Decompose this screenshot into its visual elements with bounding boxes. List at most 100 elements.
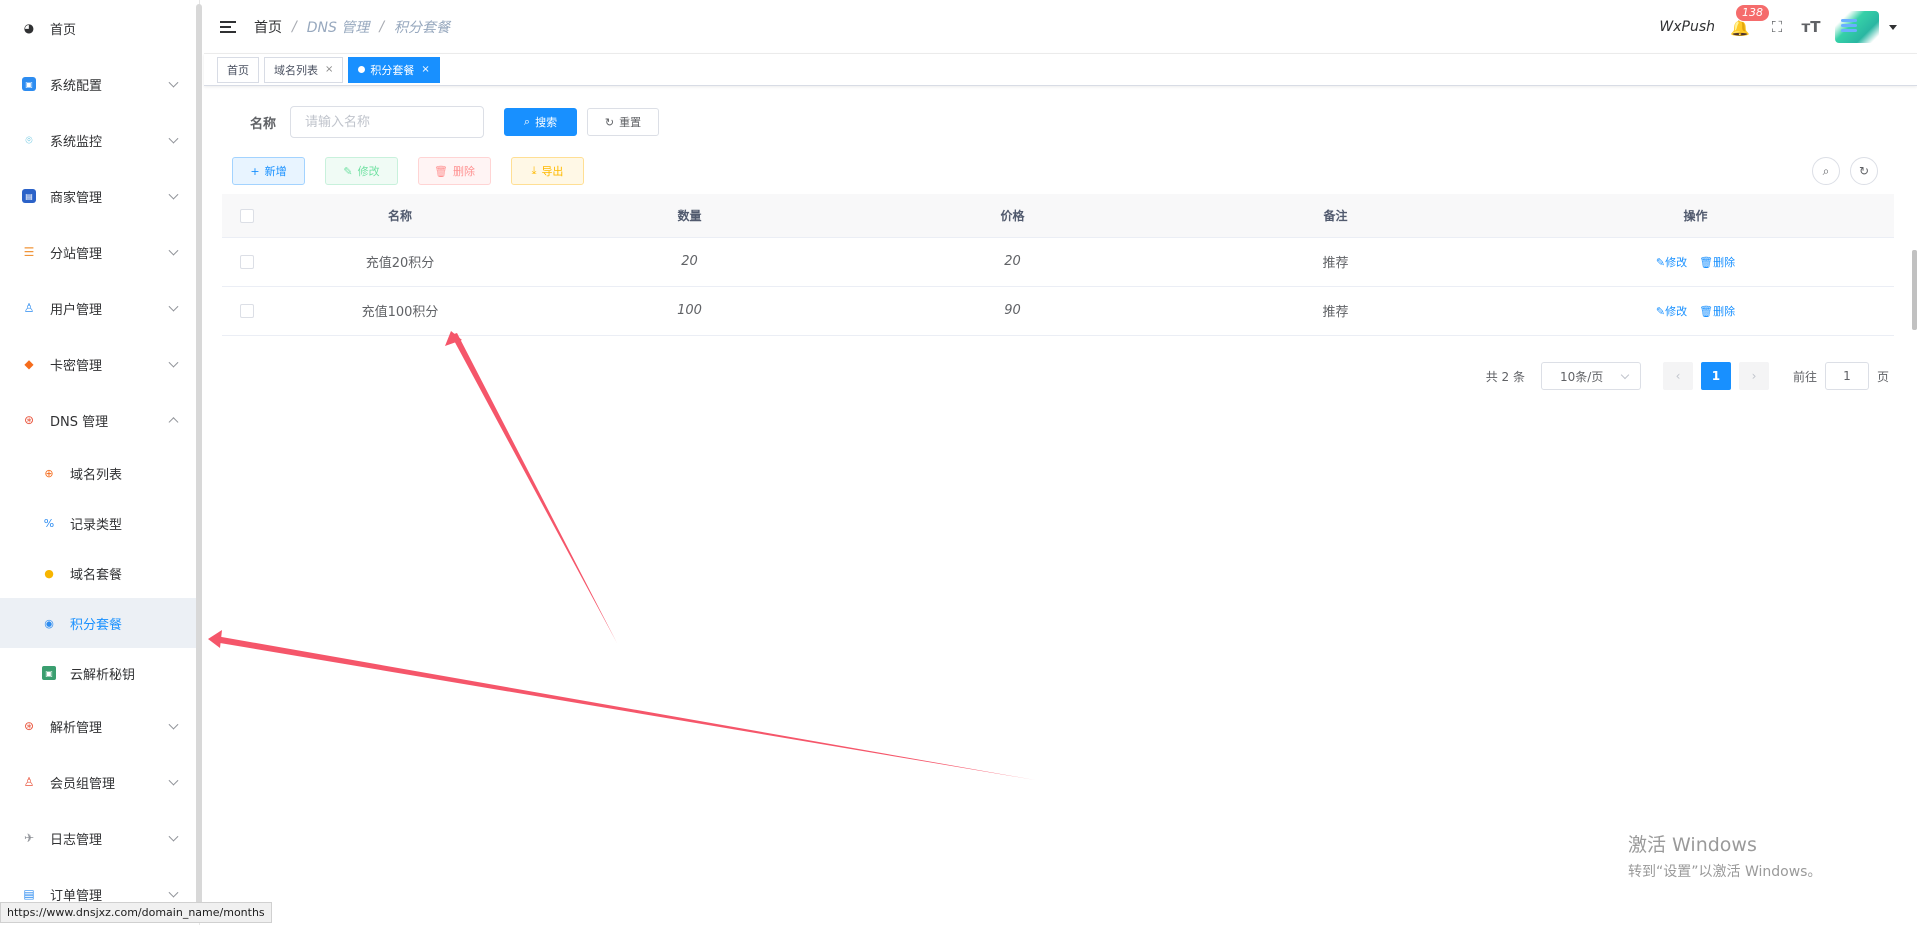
browser-status-url: https://www.dnsjxz.com/domain_name/month… — [0, 902, 272, 923]
download-icon: ⤓ — [531, 164, 537, 177]
bell-icon[interactable]: 🔔 138 — [1730, 4, 1770, 37]
row-edit-label: 修改 — [1665, 255, 1688, 269]
hamburger-icon[interactable] — [220, 20, 236, 33]
tag-label: 首页 — [227, 63, 249, 77]
breadcrumb-dns: DNS 管理 — [306, 19, 370, 36]
sidebar-subitem-record-types[interactable]: % 记录类型 — [0, 498, 199, 548]
sidebar-item-cards[interactable]: ◆ 卡密管理 — [0, 336, 199, 392]
sidebar-scrollbar[interactable] — [196, 4, 202, 914]
chevron-down-icon — [168, 245, 179, 256]
delete-button[interactable]: 🗑 删除 — [418, 157, 491, 185]
cell-quantity: 100 — [528, 286, 851, 336]
page-number-button[interactable]: 1 — [1700, 362, 1731, 390]
select-all-cell — [222, 194, 272, 238]
toggle-search-icon[interactable]: ⌕ — [1812, 157, 1840, 185]
sidebar-item-dns[interactable]: ⊛ DNS 管理 — [0, 392, 199, 448]
send-icon: ✈ — [23, 831, 35, 845]
name-search-input[interactable] — [290, 106, 485, 138]
row-edit-link[interactable]: ✎修改 — [1656, 305, 1687, 318]
sidebar-item-system-config[interactable]: ▣ 系统配置 — [0, 56, 199, 112]
add-button[interactable]: + 新增 — [232, 157, 305, 185]
prev-page-button[interactable]: ‹ — [1662, 362, 1693, 390]
page-unit-label: 页 — [1876, 369, 1889, 384]
sidebar-item-users[interactable]: ♙ 用户管理 — [0, 280, 199, 336]
add-button-label: 新增 — [264, 165, 287, 178]
sidebar-item-member-group[interactable]: ♙ 会员组管理 — [0, 754, 199, 810]
caret-down-icon[interactable] — [1889, 24, 1897, 30]
sidebar-subitem-points-package[interactable]: ◉ 积分套餐 — [0, 598, 199, 648]
avatar[interactable] — [1835, 11, 1879, 43]
next-page-button[interactable]: › — [1738, 362, 1769, 390]
reset-button[interactable]: ↻ 重置 — [587, 108, 660, 136]
page-size-select[interactable]: 10条/页 — [1540, 362, 1641, 390]
refresh-icon[interactable]: ↻ — [1850, 157, 1878, 185]
sidebar-item-analysis[interactable]: ⊛ 解析管理 — [0, 698, 199, 754]
page-scrollbar[interactable] — [1912, 250, 1917, 330]
column-header-quantity: 数量 — [528, 194, 851, 238]
sidebar-item-label: 用户管理 — [50, 302, 103, 318]
trash-icon: 🗑 — [434, 164, 448, 178]
tag-home[interactable]: 首页 — [217, 56, 259, 83]
sidebar-item-substation[interactable]: ☰ 分站管理 — [0, 224, 199, 280]
row-delete-label: 删除 — [1713, 304, 1736, 318]
fullscreen-icon[interactable]: ⛶ — [1767, 17, 1787, 37]
goto-page-input[interactable] — [1824, 362, 1869, 390]
windows-activation-watermark: 激活 Windows 转到“设置”以激活 Windows。 — [1628, 830, 1821, 881]
sidebar-subitem-domain-list[interactable]: ⊕ 域名列表 — [0, 448, 199, 498]
edit-button[interactable]: ✎ 修改 — [325, 157, 398, 185]
row-select-cell — [222, 237, 272, 287]
row-delete-link[interactable]: 🗑删除 — [1699, 305, 1735, 318]
tag-points-package[interactable]: 积分套餐 × — [348, 56, 440, 83]
row-checkbox[interactable] — [240, 303, 254, 318]
sidebar-item-merchant[interactable]: ▤ 商家管理 — [0, 168, 199, 224]
radar-icon: ⌾ — [25, 132, 33, 147]
close-icon[interactable]: × — [325, 64, 333, 75]
arrow-to-sidebar-item — [214, 636, 1035, 780]
delete-button-label: 删除 — [452, 165, 475, 178]
export-button[interactable]: ⤓ 导出 — [511, 157, 584, 185]
sidebar-item-label: 日志管理 — [50, 832, 103, 848]
sidebar-subitem-label: 域名列表 — [70, 467, 123, 483]
row-delete-link[interactable]: 🗑删除 — [1699, 256, 1735, 269]
column-header-actions: 操作 — [1497, 194, 1894, 238]
row-checkbox[interactable] — [240, 254, 254, 269]
chevron-down-icon — [168, 719, 179, 730]
cell-note: 推荐 — [1174, 286, 1497, 336]
sidebar-item-label: 系统配置 — [50, 78, 103, 94]
breadcrumb: 首页 / DNS 管理 / 积分套餐 — [254, 17, 450, 37]
dns-icon: ⊛ — [23, 413, 35, 427]
target-icon: ◉ — [44, 616, 54, 630]
sidebar-item-label: DNS 管理 — [50, 414, 109, 430]
store-icon: ▤ — [22, 189, 36, 203]
font-size-icon[interactable]: ᴛT — [1801, 17, 1821, 37]
search-icon: ⌕ — [523, 115, 531, 128]
breadcrumb-separator: / — [292, 18, 297, 35]
navbar-right: WxPush 🔔 138 ⛶ ᴛT — [1659, 0, 1917, 54]
search-form: 名称 ⌕ 搜索 ↻ 重置 — [250, 106, 660, 138]
group-icon: ♙ — [23, 775, 35, 789]
breadcrumb-home[interactable]: 首页 — [254, 17, 282, 37]
wxpush-link[interactable]: WxPush — [1659, 19, 1715, 35]
close-icon[interactable]: × — [421, 64, 429, 75]
table-row: 充值20积分 20 20 推荐 ✎修改 🗑删除 — [222, 237, 1894, 287]
sidebar-subitem-cloud-key[interactable]: ▣ 云解析秘钥 — [0, 648, 199, 698]
tag-domain-list[interactable]: 域名列表 × — [264, 56, 344, 83]
sidebar-item-system-monitor[interactable]: ⌾ 系统监控 — [0, 112, 199, 168]
box-icon: ◆ — [24, 357, 34, 371]
cell-price: 90 — [851, 286, 1174, 336]
edit-icon: ✎ — [1655, 255, 1666, 269]
sidebar-item-logs[interactable]: ✈ 日志管理 — [0, 810, 199, 866]
cell-name: 充值20积分 — [272, 237, 528, 287]
chevron-down-icon — [168, 133, 179, 144]
row-edit-link[interactable]: ✎修改 — [1656, 256, 1687, 269]
sidebar-subitem-domain-package[interactable]: ● 域名套餐 — [0, 548, 199, 598]
search-button[interactable]: ⌕ 搜索 — [504, 108, 578, 136]
server-icon: ☰ — [23, 245, 35, 259]
search-button-label: 搜索 — [535, 116, 558, 129]
sidebar-item-home[interactable]: ◕ 首页 — [0, 0, 199, 56]
chevron-down-icon — [168, 887, 179, 898]
edit-button-label: 修改 — [357, 165, 380, 178]
right-toolbar: ⌕ ↻ — [1802, 157, 1878, 185]
select-all-checkbox[interactable] — [240, 208, 254, 223]
cell-name: 充值100积分 — [272, 286, 528, 336]
